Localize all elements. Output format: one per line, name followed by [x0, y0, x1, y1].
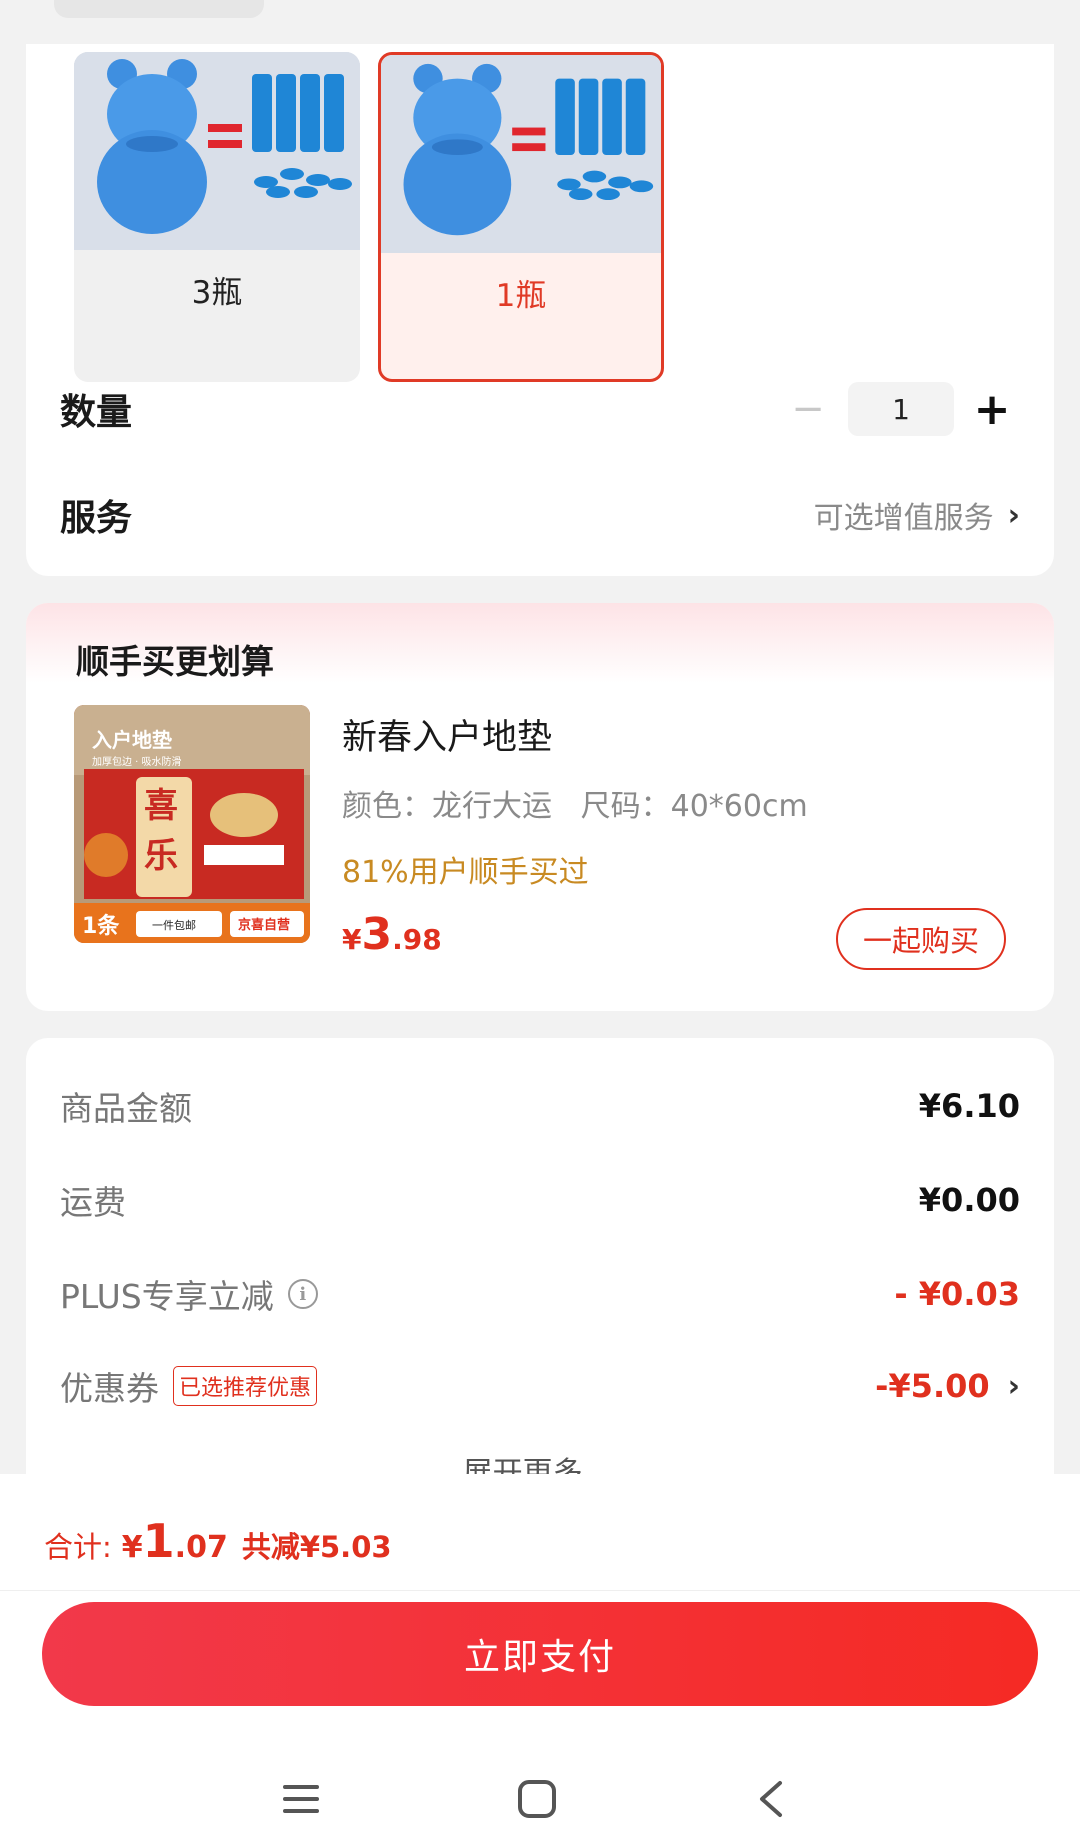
- price-integer: 3: [361, 909, 393, 960]
- product-name[interactable]: 新春入户地垫: [342, 709, 552, 760]
- summary-label: 商品金额: [60, 1089, 192, 1128]
- chevron-right-icon: ›: [1007, 1368, 1020, 1404]
- total-currency: ¥: [121, 1530, 143, 1565]
- service-selector[interactable]: 可选增值服务 ›: [814, 493, 1020, 537]
- product-spec: 颜色：龙行大运 尺码：40*60cm: [342, 789, 808, 824]
- summary-row-shipping: 运费 ¥0.00: [60, 1170, 1020, 1230]
- variant-label: 1瓶: [495, 278, 547, 314]
- previous-section-stub: [54, 0, 264, 18]
- spec-card: 3瓶 1瓶 数量 − 1 + 服务 可选增值服务 ›: [26, 44, 1054, 576]
- doormat-product-image[interactable]: 入户地垫 加厚包边 · 吸水防滑 喜 乐 1条 一件包邮 京喜自营: [74, 705, 310, 943]
- back-icon[interactable]: [736, 1764, 806, 1834]
- summary-row-plus-discount: PLUS专享立减 i - ¥0.03: [60, 1264, 1020, 1324]
- increase-button[interactable]: +: [964, 384, 1020, 435]
- toilet-cleaner-image: [74, 52, 360, 250]
- total-decimal: .07: [174, 1530, 228, 1565]
- summary-value: ¥0.00: [918, 1181, 1020, 1219]
- summary-row-goods: 商品金额 ¥6.10: [60, 1076, 1020, 1136]
- variant-label: 3瓶: [191, 275, 243, 311]
- quantity-row: 数量 − 1 +: [60, 374, 1020, 444]
- home-icon[interactable]: [502, 1764, 572, 1834]
- product-bought-hint: 81%用户顺手买过: [342, 855, 589, 890]
- info-icon[interactable]: i: [287, 1279, 318, 1309]
- summary-value: ¥6.10: [918, 1087, 1020, 1125]
- divider: [0, 1590, 1080, 1591]
- doormat-image: 入户地垫 加厚包边 · 吸水防滑 喜 乐 1条 一件包邮 京喜自营: [74, 705, 310, 943]
- variant-option-3[interactable]: 3瓶: [74, 52, 360, 382]
- service-label: 服务: [60, 498, 133, 539]
- system-nav-bar: [0, 1764, 1080, 1834]
- image-text-sub: 加厚包边 · 吸水防滑: [92, 755, 182, 768]
- variant-image: [74, 52, 360, 250]
- summary-card: 商品金额 ¥6.10 运费 ¥0.00 PLUS专享立减 i - ¥0.03 优…: [26, 1038, 1054, 1478]
- quantity-stepper: − 1 +: [778, 382, 1020, 436]
- menu-icon[interactable]: [266, 1764, 336, 1834]
- image-text-c2: 乐: [144, 836, 178, 876]
- pay-now-button[interactable]: 立即支付: [42, 1602, 1038, 1706]
- summary-value: - ¥0.03: [894, 1275, 1020, 1313]
- total-line: 合计: ¥1.07 共减¥5.03: [44, 1514, 392, 1568]
- summary-value: -¥5.00: [875, 1367, 990, 1405]
- product-price: ¥3.98: [342, 909, 442, 960]
- total-label: 合计:: [44, 1530, 112, 1564]
- summary-label: 运费: [60, 1183, 126, 1222]
- summary-label: PLUS专享立减: [60, 1277, 274, 1316]
- checkout-bar: 合计: ¥1.07 共减¥5.03 立即支付: [0, 1474, 1080, 1843]
- summary-label: 优惠券: [60, 1369, 159, 1408]
- price-currency: ¥: [342, 923, 362, 956]
- summary-label-wrap: PLUS专享立减 i: [60, 1270, 318, 1318]
- buy-together-button[interactable]: 一起购买: [836, 908, 1006, 970]
- variant-option-1-selected[interactable]: 1瓶: [378, 52, 664, 382]
- coupon-badge: 已选推荐优惠: [173, 1366, 318, 1406]
- chevron-right-icon: ›: [1007, 497, 1020, 533]
- price-decimal: .98: [392, 923, 442, 956]
- quantity-label: 数量: [60, 392, 133, 433]
- total-saved: 共减¥5.03: [241, 1530, 392, 1564]
- summary-row-coupon[interactable]: 优惠券 已选推荐优惠 -¥5.00 ›: [60, 1356, 1020, 1416]
- image-text-store: 京喜自营: [238, 917, 290, 933]
- image-text-free: 一件包邮: [152, 919, 196, 932]
- variant-image: [381, 55, 661, 253]
- total-integer: 1: [142, 1514, 175, 1568]
- image-text-c1: 喜: [144, 786, 178, 826]
- image-text-tag: 1条: [82, 913, 120, 939]
- image-text-top: 入户地垫: [92, 728, 172, 752]
- summary-label-wrap: 优惠券 已选推荐优惠: [60, 1362, 318, 1410]
- toilet-cleaner-image: [381, 57, 661, 251]
- service-row[interactable]: 服务 可选增值服务 ›: [60, 480, 1020, 550]
- quantity-input[interactable]: 1: [848, 382, 954, 436]
- decrease-button[interactable]: −: [778, 386, 838, 432]
- upsell-card: 顺手买更划算 入户地垫 加厚包边 · 吸水防滑 喜 乐 1条 一件包邮 京喜自营…: [26, 603, 1054, 1011]
- upsell-title: 顺手买更划算: [76, 642, 274, 681]
- coupon-value-wrap[interactable]: -¥5.00 ›: [875, 1367, 1020, 1405]
- service-value: 可选增值服务: [813, 501, 994, 536]
